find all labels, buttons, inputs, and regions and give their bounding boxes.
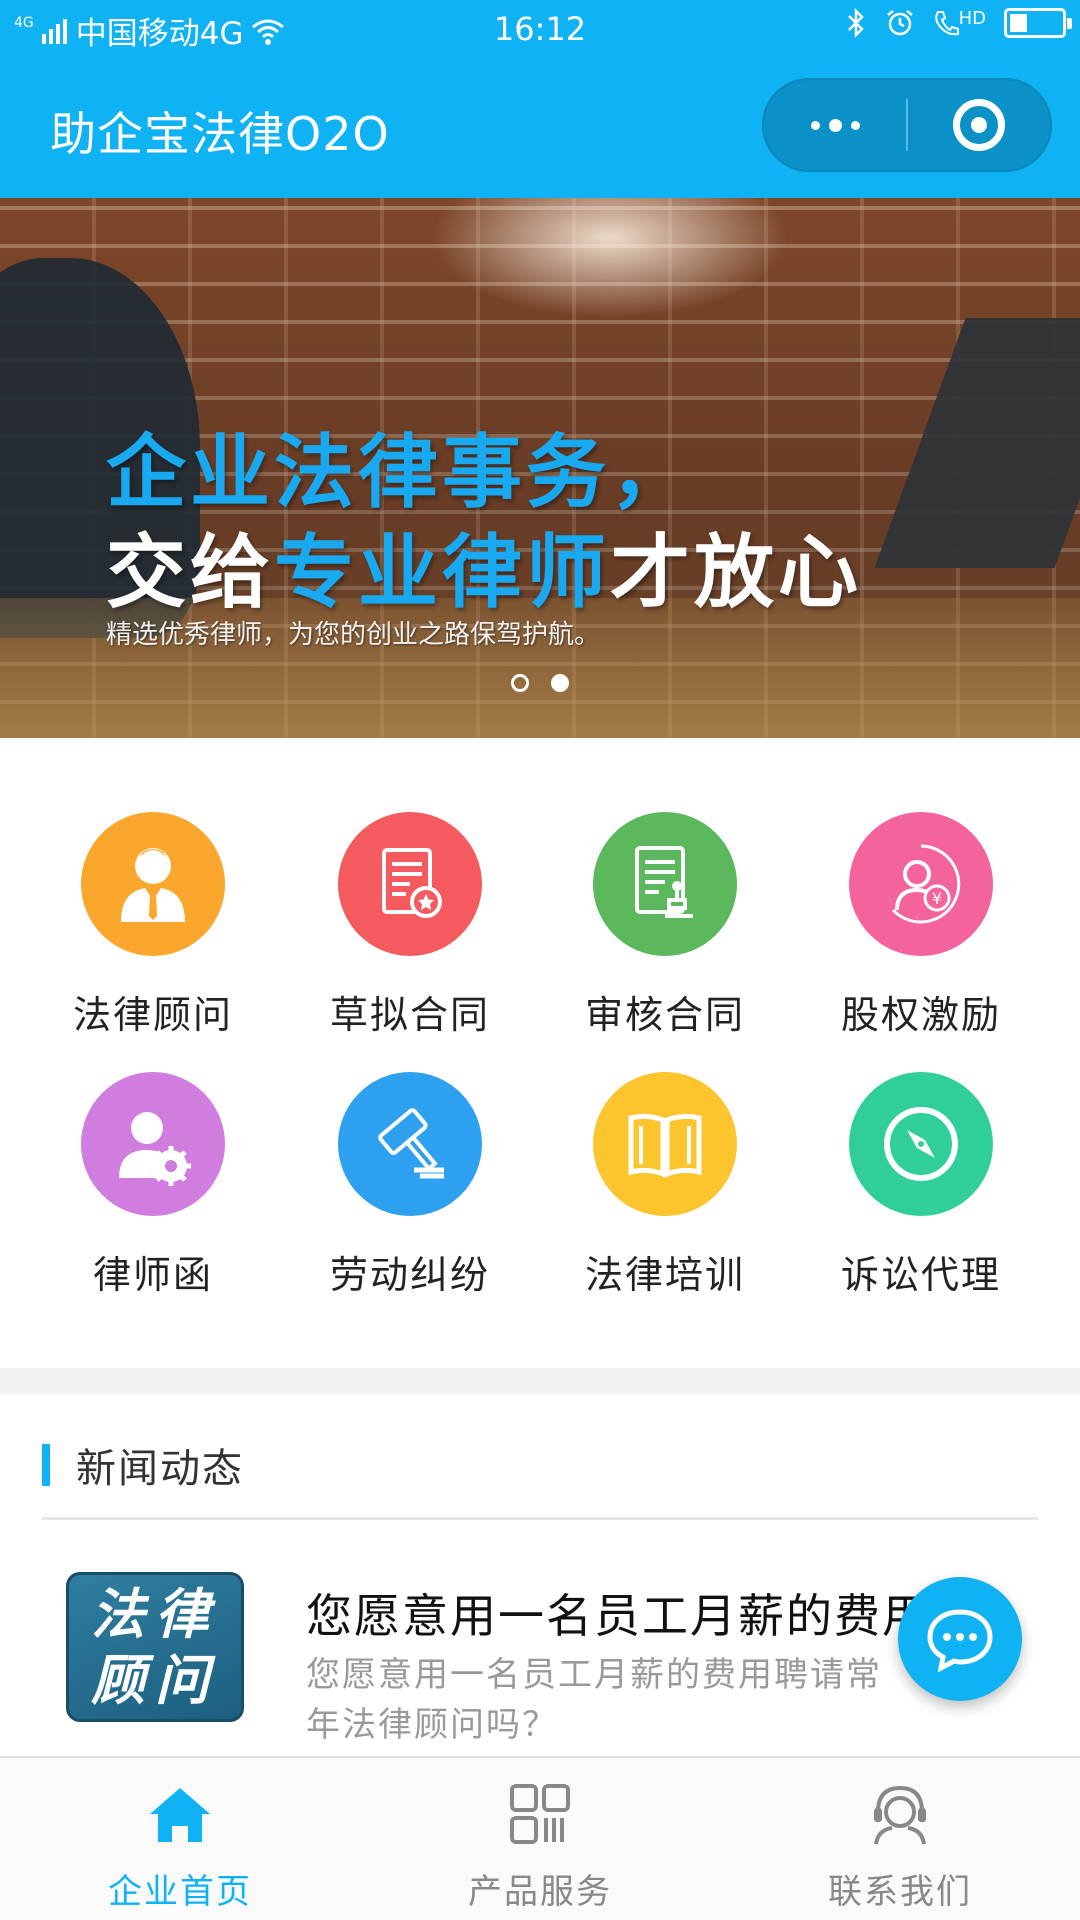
review-contract-icon xyxy=(593,812,737,956)
service-label: 诉讼代理 xyxy=(840,1253,1001,1297)
book-icon xyxy=(593,1072,737,1216)
hd-label: HD xyxy=(958,8,986,29)
banner-light xyxy=(430,198,790,318)
service-label: 草拟合同 xyxy=(329,993,490,1037)
service-legal-advisor[interactable]: 法律顾问 xyxy=(18,812,288,1062)
bottom-tab-bar: 企业首页 产品服务 联系我们 xyxy=(0,1756,1080,1920)
service-label: 法律培训 xyxy=(584,1253,745,1297)
banner-headline-2: 交给专业律师才放心 xyxy=(106,508,862,624)
equity-incentive-icon: ¥ xyxy=(849,812,993,956)
service-equity-incentive[interactable]: ¥ 股权激励 xyxy=(786,812,1056,1062)
news-section-header: 新闻动态 xyxy=(42,1436,244,1494)
service-grid: 法律顾问 草拟合同 审核合同 ¥ 股权激励 律师函 劳动纠纷 法律培训 诉讼代理 xyxy=(0,738,1080,1368)
carousel-indicators xyxy=(0,674,1080,692)
thumb-text-line1: 法律 xyxy=(91,1582,219,1646)
service-draft-contract[interactable]: 草拟合同 xyxy=(275,812,545,1062)
section-divider xyxy=(0,1368,1080,1394)
status-right: HD xyxy=(845,8,1072,38)
news-section-title: 新闻动态 xyxy=(76,1446,244,1492)
chat-bubble-icon xyxy=(927,1609,993,1672)
news-divider xyxy=(42,1517,1038,1520)
compass-icon xyxy=(849,1072,993,1216)
service-label: 劳动纠纷 xyxy=(329,1253,490,1297)
home-icon xyxy=(150,1788,210,1842)
banner-headline-2-highlight: 专业律师 xyxy=(274,526,610,619)
nav-bar: 助企宝法律O2O xyxy=(0,58,1080,198)
chat-fab-button[interactable] xyxy=(898,1577,1022,1701)
service-label: 法律顾问 xyxy=(72,993,233,1037)
service-legal-training[interactable]: 法律培训 xyxy=(530,1072,800,1322)
battery-level xyxy=(1010,14,1027,32)
tab-products[interactable]: 产品服务 xyxy=(360,1758,720,1920)
banner-headline-2-suffix: 才放心 xyxy=(610,526,862,619)
tab-label: 产品服务 xyxy=(468,1872,612,1912)
grid-apps-icon xyxy=(510,1784,570,1844)
phone-icon xyxy=(934,11,959,36)
tab-contact[interactable]: 联系我们 xyxy=(720,1758,1080,1920)
carousel-dot-active[interactable] xyxy=(551,674,569,692)
service-lawyer-letter[interactable]: 律师函 xyxy=(18,1072,288,1322)
tab-label: 企业首页 xyxy=(108,1872,252,1912)
news-accent-bar xyxy=(42,1444,50,1486)
service-review-contract[interactable]: 审核合同 xyxy=(530,812,800,1062)
carousel-dot[interactable] xyxy=(511,674,529,692)
news-thumbnail: 法律 顾问 xyxy=(66,1572,244,1722)
lawyer-letter-icon xyxy=(81,1072,225,1216)
promo-banner[interactable]: 企业法律事务， 交给专业律师才放心 精选优秀律师，为您的创业之路保驾护航。 xyxy=(0,198,1080,738)
mini-program-capsule xyxy=(762,78,1052,172)
alarm-icon xyxy=(886,10,913,36)
service-litigation-agency[interactable]: 诉讼代理 xyxy=(786,1072,1056,1322)
hd-call-indicator: HD xyxy=(933,8,986,38)
status-bar: 4G 中国移动4G 16:12 HD xyxy=(0,0,1080,58)
banner-subtitle: 精选优秀律师，为您的创业之路保驾护航。 xyxy=(106,620,601,650)
news-description: 您愿意用一名员工月薪的费用聘请常年法律顾问吗？ xyxy=(306,1655,882,1745)
more-dots-icon xyxy=(810,118,860,132)
banner-headline-1: 企业法律事务， xyxy=(106,426,694,519)
customer-service-icon xyxy=(874,1785,926,1845)
tab-home[interactable]: 企业首页 xyxy=(0,1758,360,1920)
more-button[interactable] xyxy=(764,80,906,170)
thumb-text-line2: 顾问 xyxy=(91,1648,219,1712)
news-headline: 您愿意用一名员工月薪的费用 xyxy=(306,1589,930,1643)
gavel-icon xyxy=(338,1072,482,1216)
tab-label: 联系我们 xyxy=(828,1872,972,1912)
battery-icon xyxy=(1004,8,1072,38)
close-mini-program-button[interactable] xyxy=(908,80,1050,170)
target-circle-icon xyxy=(953,99,1005,151)
service-labor-dispute[interactable]: 劳动纠纷 xyxy=(275,1072,545,1322)
service-label: 股权激励 xyxy=(840,993,1001,1037)
lawyer-icon xyxy=(81,812,225,956)
draft-contract-icon xyxy=(338,812,482,956)
service-label: 律师函 xyxy=(92,1253,213,1297)
banner-headline-2-prefix: 交给 xyxy=(106,526,274,619)
page-title: 助企宝法律O2O xyxy=(50,107,390,161)
svg-text:¥: ¥ xyxy=(932,889,942,908)
bluetooth-icon xyxy=(847,8,864,38)
service-label: 审核合同 xyxy=(584,993,745,1037)
